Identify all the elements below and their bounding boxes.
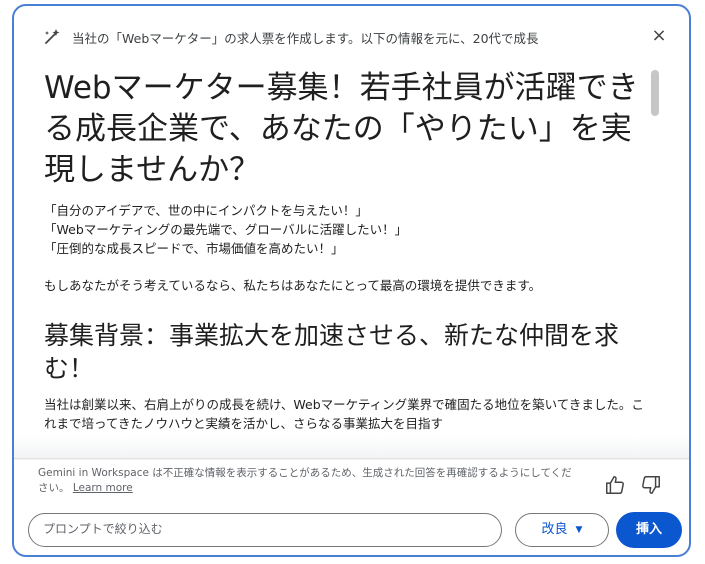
generated-content: Webマーケター募集！若手社員が活躍できる成長企業で、あなたの「やりたい」を実現… [44, 66, 644, 458]
close-button[interactable]: × [646, 23, 672, 49]
magic-wand-icon [45, 29, 60, 44]
section-heading: 募集背景：事業拡大を加速させる、新たな仲間を求む！ [44, 321, 620, 383]
refine-label: 改良 [541, 522, 568, 537]
section-paragraph: 当社は創業以来、右肩上がりの成長を続け、Webマーケティング業界で確固たる地位を… [44, 397, 644, 431]
scrollbar-thumb[interactable] [651, 70, 659, 116]
prompt-summary: 当社の「Webマーケター」の求人票を作成します。以下の情報を元に、20代で成長 [72, 31, 539, 46]
quote-line: 「圧倒的な成長スピードで、市場価値を高めたい！」 [44, 241, 344, 256]
job-title-heading: Webマーケター募集！若手社員が活躍できる成長企業で、あなたの「やりたい」を実現… [44, 70, 639, 188]
footer-divider [14, 458, 689, 459]
quote-list: 「自分のアイデアで、世の中にインパクトを与えたい！」 「Webマーケティングの最… [44, 201, 644, 258]
refine-dropdown-button[interactable]: 改良 ▼ [515, 513, 609, 547]
content-fade [14, 436, 689, 460]
learn-more-link[interactable]: Learn more [73, 482, 133, 494]
gemini-panel: 当社の「Webマーケター」の求人票を作成します。以下の情報を元に、20代で成長 … [12, 4, 691, 557]
refine-prompt-input[interactable]: プロンプトで絞り込む [28, 513, 502, 547]
insert-button[interactable]: 挿入 [616, 512, 682, 548]
panel-header: 当社の「Webマーケター」の求人票を作成します。以下の情報を元に、20代で成長 … [14, 6, 689, 66]
thumbs-up-icon[interactable] [604, 474, 626, 496]
quote-line: 「Webマーケティングの最先端で、グローバルに活躍したい！」 [44, 222, 408, 237]
thumbs-down-icon[interactable] [640, 474, 662, 496]
quote-line: 「自分のアイデアで、世の中にインパクトを与えたい！」 [44, 203, 368, 218]
disclaimer-text: Gemini in Workspace は不正確な情報を表示することがあるため、… [38, 466, 578, 496]
caret-down-icon: ▼ [575, 525, 583, 535]
intro-paragraph: もしあなたがそう考えているなら、私たちはあなたにとって最高の環境を提供できます。 [44, 278, 542, 293]
